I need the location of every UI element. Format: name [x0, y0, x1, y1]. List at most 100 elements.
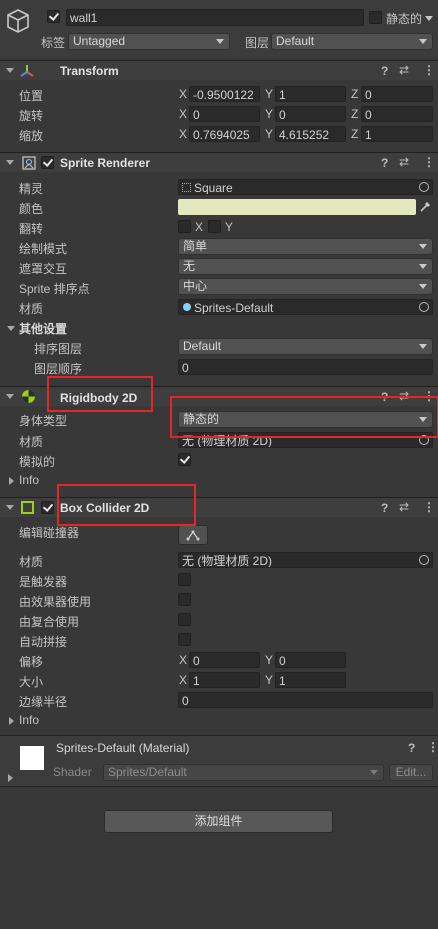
flip-y-label: Y	[225, 220, 234, 234]
shader-edit-button[interactable]: Edit...	[389, 764, 433, 781]
sorting-layer-dropdown[interactable]: Default	[178, 338, 433, 355]
axis-z-label[interactable]: Z	[351, 127, 358, 141]
position-x-field[interactable]: -0.9500122	[189, 86, 260, 102]
foldout-arrow-icon[interactable]	[6, 505, 14, 510]
rigidbody-info-label[interactable]: Info	[19, 473, 39, 487]
object-picker-icon[interactable]	[419, 555, 429, 565]
color-swatch[interactable]	[178, 199, 416, 215]
used-by-effector-checkbox[interactable]	[178, 593, 191, 606]
object-picker-icon[interactable]	[419, 302, 429, 312]
axis-y-label[interactable]: Y	[265, 673, 273, 687]
settings-icon[interactable]: ⇄	[399, 500, 409, 514]
sprite-object-field[interactable]: Square	[178, 179, 433, 195]
offset-label: 偏移	[19, 655, 44, 669]
layer-dropdown[interactable]: Default	[271, 33, 433, 50]
order-in-layer-field[interactable]: 0	[178, 359, 433, 375]
offset-x-field[interactable]: 0	[189, 652, 260, 668]
material-object-field[interactable]: Sprites-Default	[178, 299, 433, 315]
foldout-closed-icon[interactable]	[9, 477, 14, 485]
help-icon[interactable]: ?	[381, 156, 388, 170]
is-trigger-label: 是触发器	[19, 575, 68, 589]
chevron-down-icon	[419, 344, 427, 349]
rotation-y-field[interactable]: 0	[275, 106, 346, 122]
more-icon[interactable]: ⋮	[423, 155, 435, 169]
axis-x-label[interactable]: X	[179, 653, 187, 667]
help-icon[interactable]: ?	[381, 501, 388, 515]
axis-x-label[interactable]: X	[179, 107, 187, 121]
axis-y-label[interactable]: Y	[265, 107, 273, 121]
used-by-effector-label: 由效果器使用	[19, 595, 92, 609]
axis-z-label[interactable]: Z	[351, 87, 358, 101]
rotation-x-field[interactable]: 0	[189, 106, 260, 122]
more-icon[interactable]: ⋮	[423, 500, 435, 514]
additional-settings-label[interactable]: 其他设置	[19, 320, 67, 337]
used-by-composite-checkbox[interactable]	[178, 613, 191, 626]
position-label: 位置	[19, 89, 44, 103]
axis-z-label[interactable]: Z	[351, 107, 358, 121]
axis-y-label[interactable]: Y	[265, 87, 273, 101]
help-icon[interactable]: ?	[381, 64, 388, 78]
simulated-checkbox[interactable]	[178, 453, 191, 466]
rotation-z-field[interactable]: 0	[361, 106, 433, 122]
static-dropdown-arrow[interactable]	[425, 16, 433, 21]
settings-icon[interactable]: ⇄	[399, 155, 409, 169]
collider-material-field[interactable]: 无 (物理材质 2D)	[178, 552, 433, 568]
foldout-arrow-icon[interactable]	[7, 326, 15, 331]
size-x-field[interactable]: 1	[189, 672, 260, 688]
foldout-closed-icon[interactable]	[9, 717, 14, 725]
draw-mode-dropdown[interactable]: 简单	[178, 238, 433, 255]
axis-x-label[interactable]: X	[179, 87, 187, 101]
simulated-label: 模拟的	[19, 455, 56, 469]
layer-value: Default	[276, 34, 315, 48]
shader-label: Shader	[53, 765, 92, 779]
transform-header[interactable]: Transform ? ⇄ ⋮	[0, 60, 438, 80]
flip-x-checkbox[interactable]	[178, 220, 191, 233]
help-icon[interactable]: ?	[408, 741, 415, 755]
active-checkbox[interactable]	[47, 10, 60, 23]
static-checkbox[interactable]	[369, 11, 382, 24]
flip-y-checkbox[interactable]	[208, 220, 221, 233]
position-z-field[interactable]: 0	[361, 86, 433, 102]
chevron-down-icon	[419, 39, 427, 44]
chevron-down-icon	[419, 284, 427, 289]
scale-z-field[interactable]: 1	[361, 126, 433, 142]
offset-y-field[interactable]: 0	[275, 652, 346, 668]
size-y-field[interactable]: 1	[275, 672, 346, 688]
shader-edit-label: Edit...	[395, 765, 427, 779]
foldout-closed-icon[interactable]	[8, 774, 13, 782]
foldout-arrow-icon[interactable]	[6, 68, 14, 73]
add-component-button[interactable]: 添加组件	[104, 810, 333, 833]
settings-icon[interactable]: ⇄	[399, 63, 409, 77]
sort-point-dropdown[interactable]: 中心	[178, 278, 433, 295]
sprite-renderer-header[interactable]: Sprite Renderer ? ⇄ ⋮	[0, 152, 438, 172]
foldout-arrow-icon[interactable]	[6, 394, 14, 399]
collider-info-label[interactable]: Info	[19, 713, 39, 727]
edge-radius-field[interactable]: 0	[178, 692, 433, 708]
edit-collider-button[interactable]	[178, 525, 208, 545]
box-collider-enabled-checkbox[interactable]	[41, 501, 54, 514]
transform-axes-icon	[20, 65, 34, 77]
tag-label: 标签	[41, 36, 66, 50]
draw-mode-label: 绘制模式	[19, 242, 68, 256]
static-label[interactable]: 静态的	[386, 10, 422, 27]
object-picker-icon[interactable]	[419, 182, 429, 192]
shader-dropdown[interactable]: Sprites/Default	[103, 764, 384, 781]
more-icon[interactable]: ⋮	[423, 63, 435, 77]
position-y-field[interactable]: 1	[275, 86, 346, 102]
eyedropper-icon[interactable]	[419, 200, 432, 213]
object-name-field[interactable]: wall1	[66, 9, 364, 26]
axis-y-label[interactable]: Y	[265, 127, 273, 141]
axis-y-label[interactable]: Y	[265, 653, 273, 667]
axis-x-label[interactable]: X	[179, 673, 187, 687]
scale-y-field[interactable]: 4.615252	[275, 126, 346, 142]
tag-dropdown[interactable]: Untagged	[68, 33, 230, 50]
mask-interaction-dropdown[interactable]: 无	[178, 258, 433, 275]
auto-tiling-checkbox[interactable]	[178, 633, 191, 646]
is-trigger-checkbox[interactable]	[178, 573, 191, 586]
sprite-renderer-enabled-checkbox[interactable]	[41, 156, 54, 169]
axis-x-label[interactable]: X	[179, 127, 187, 141]
material-preview-swatch	[20, 746, 44, 770]
more-icon[interactable]: ⋮	[427, 740, 438, 754]
foldout-arrow-icon[interactable]	[6, 160, 14, 165]
scale-x-field[interactable]: 0.7694025	[189, 126, 260, 142]
